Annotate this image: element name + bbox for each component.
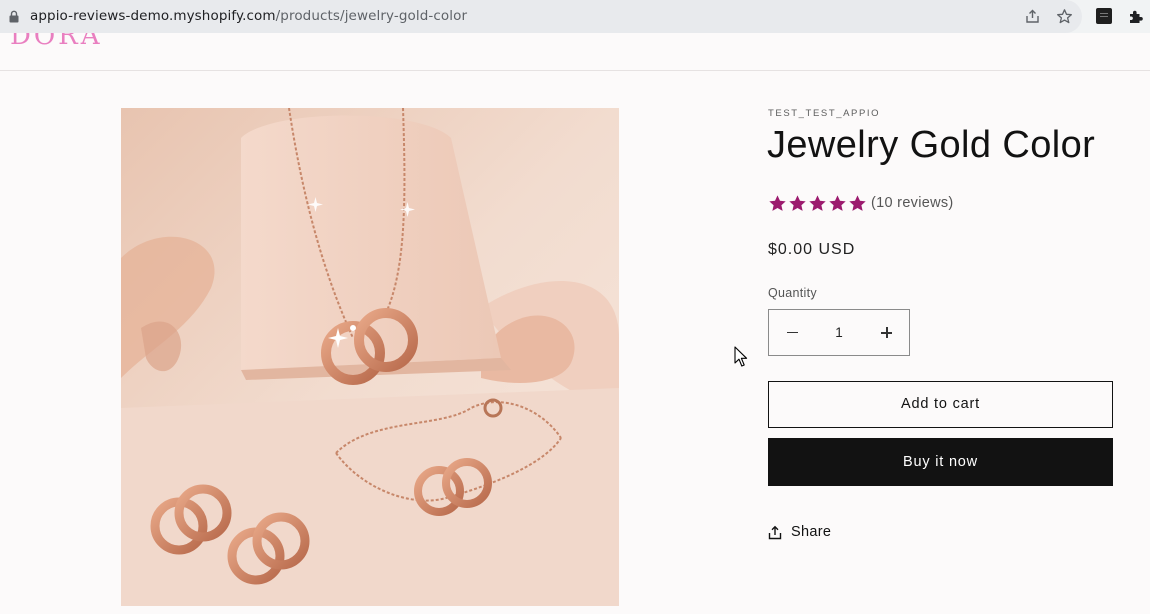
star-icon <box>769 195 786 211</box>
product-price: $0.00 USD <box>768 241 856 258</box>
mouse-cursor-icon <box>734 346 748 367</box>
share-page-icon[interactable] <box>1024 8 1041 25</box>
share-button[interactable]: Share <box>768 524 831 540</box>
star-icon <box>809 195 826 211</box>
bookmark-star-icon[interactable] <box>1056 8 1073 25</box>
quantity-label: Quantity <box>768 286 817 300</box>
decrease-quantity-button[interactable] <box>770 311 814 354</box>
quantity-stepper: 1 <box>768 309 910 356</box>
browser-toolbar: appio-reviews-demo.myshopify.com/product… <box>0 0 1150 33</box>
store-logo[interactable]: DORA <box>10 33 103 51</box>
product-vendor: TEST_TEST_APPIO <box>768 108 881 119</box>
quantity-input[interactable]: 1 <box>815 311 863 354</box>
share-icon <box>768 525 782 539</box>
reviews-count-link[interactable]: (10 reviews) <box>871 195 954 211</box>
extension-icon[interactable] <box>1096 8 1112 24</box>
buy-it-now-button[interactable]: Buy it now <box>768 438 1113 486</box>
store-header: DORA <box>0 33 1150 71</box>
product-title: Jewelry Gold Color <box>767 124 1096 166</box>
address-bar[interactable]: appio-reviews-demo.myshopify.com/product… <box>0 0 1082 33</box>
star-icon <box>849 195 866 211</box>
product-image[interactable] <box>121 108 619 606</box>
rating-stars[interactable] <box>768 194 867 213</box>
lock-icon[interactable] <box>8 10 20 23</box>
star-icon <box>829 195 846 211</box>
increase-quantity-button[interactable] <box>864 311 908 354</box>
url-text[interactable]: appio-reviews-demo.myshopify.com/product… <box>30 8 467 24</box>
puzzle-extensions-icon[interactable] <box>1127 8 1144 25</box>
url-domain: appio-reviews-demo.myshopify.com <box>30 8 276 24</box>
star-icon <box>789 195 806 211</box>
jewelry-photo-icon <box>121 108 619 606</box>
add-to-cart-button[interactable]: Add to cart <box>768 381 1113 428</box>
url-path: /products/jewelry-gold-color <box>275 8 468 24</box>
share-label: Share <box>791 524 832 540</box>
